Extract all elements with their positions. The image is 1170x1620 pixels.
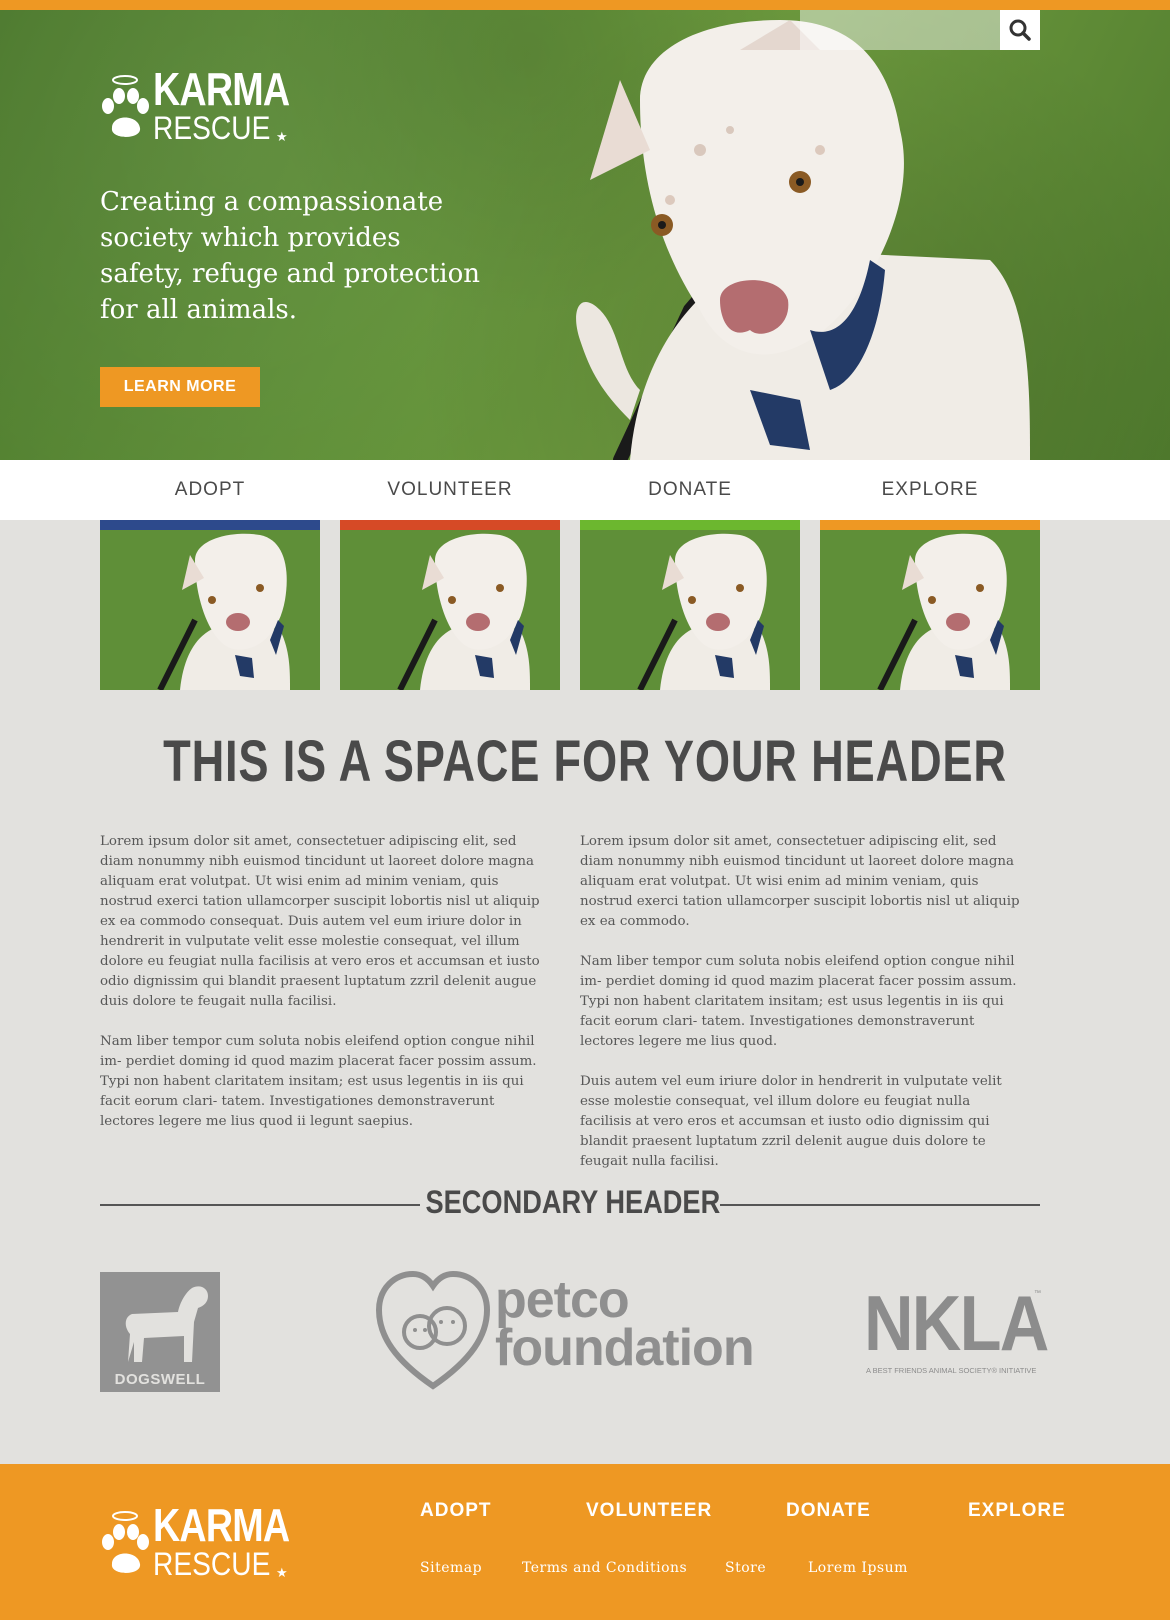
paragraph: Duis autem vel eum iriure dolor in hendr… — [580, 1074, 1002, 1169]
tile-color-bar — [340, 520, 560, 530]
paragraph: Lorem ipsum dolor sit amet, consectetuer… — [100, 834, 540, 1009]
learn-more-button[interactable]: LEARN MORE — [100, 367, 260, 407]
nav-explore[interactable]: EXPLORE — [820, 460, 1040, 520]
heart-pets-icon — [375, 1270, 491, 1390]
hero-banner: KARMA RESCUE ★ Creating a compassionate … — [0, 10, 1170, 460]
dog-thumbnail — [340, 530, 560, 690]
search-icon — [1009, 19, 1031, 41]
paragraph: Nam liber tempor cum soluta nobis eleife… — [580, 954, 1017, 1049]
dog-photo — [576, 20, 1030, 460]
footer-link-store[interactable]: Store — [725, 1560, 766, 1576]
content-column-left: Lorem ipsum dolor sit amet, consectetuer… — [100, 832, 540, 1152]
logo-word-rescue: RESCUE — [153, 110, 271, 146]
secondary-header: SECONDARY HEADER — [425, 1184, 721, 1220]
dog-silhouette-icon — [125, 1286, 208, 1362]
star-icon: ★ — [276, 1565, 288, 1580]
divider-left — [100, 1204, 420, 1206]
foundation-wordmark: foundation — [495, 1319, 755, 1377]
dog-thumbnail — [580, 530, 800, 690]
paragraph: Nam liber tempor cum soluta nobis eleife… — [100, 1034, 537, 1129]
tile-donate[interactable] — [580, 520, 800, 690]
nav-donate[interactable]: DONATE — [580, 460, 800, 520]
search-input[interactable] — [800, 10, 1000, 50]
nkla-tagline: A BEST FRIENDS ANIMAL SOCIETY® INITIATIV… — [866, 1366, 1037, 1375]
star-icon: ★ — [276, 129, 288, 144]
footer-link-sitemap[interactable]: Sitemap — [420, 1560, 482, 1576]
top-accent-bar — [0, 0, 1170, 10]
hero-tagline: Creating a compassionate society which p… — [100, 187, 480, 325]
dog-thumbnail — [820, 530, 1040, 690]
tile-color-bar — [580, 520, 800, 530]
divider-right — [720, 1204, 1040, 1206]
logo-word-rescue: RESCUE — [153, 1546, 271, 1582]
logo-word-karma: KARMA — [153, 63, 290, 115]
tile-color-bar — [820, 520, 1040, 530]
nkla-wordmark: NKLA — [864, 1279, 1049, 1367]
karma-rescue-logo[interactable]: KARMA RESCUE ★ — [100, 63, 300, 152]
paragraph: Lorem ipsum dolor sit amet, consectetuer… — [580, 834, 1020, 929]
main-nav: ADOPT VOLUNTEER DONATE EXPLORE — [0, 460, 1170, 520]
footer-nav-adopt[interactable]: ADOPT — [420, 1500, 492, 1522]
nav-volunteer[interactable]: VOLUNTEER — [340, 460, 560, 520]
partner-logo-petco-foundation[interactable]: petco foundation — [375, 1270, 775, 1392]
footer-link-terms[interactable]: Terms and Conditions — [522, 1560, 687, 1576]
dogswell-wordmark: DOGSWELL — [114, 1371, 206, 1388]
paw-halo-icon — [102, 1511, 149, 1573]
tile-volunteer[interactable] — [340, 520, 560, 690]
footer-logo[interactable]: KARMA RESCUE ★ — [100, 1499, 300, 1588]
content-column-right: Lorem ipsum dolor sit amet, consectetuer… — [580, 832, 1020, 1192]
tile-adopt[interactable] — [100, 520, 320, 690]
footer-link-lorem[interactable]: Lorem Ipsum — [808, 1560, 908, 1576]
search-button[interactable] — [1000, 10, 1040, 50]
page-header: THIS IS A SPACE FOR YOUR HEADER — [163, 729, 1007, 794]
footer-nav-volunteer[interactable]: VOLUNTEER — [586, 1500, 712, 1522]
footer-nav-donate[interactable]: DONATE — [786, 1500, 871, 1522]
nkla-trademark: ™ — [1034, 1290, 1041, 1297]
tile-color-bar — [100, 520, 320, 530]
partner-logo-dogswell[interactable]: DOGSWELL — [100, 1272, 220, 1392]
nav-adopt[interactable]: ADOPT — [100, 460, 320, 520]
logo-word-karma: KARMA — [153, 1499, 290, 1551]
paw-halo-icon — [102, 75, 149, 137]
site-footer: KARMA RESCUE ★ ADOPT VOLUNTEER DONATE EX… — [0, 1464, 1170, 1620]
footer-nav-explore[interactable]: EXPLORE — [968, 1500, 1066, 1522]
dog-thumbnail — [100, 530, 320, 690]
tile-explore[interactable] — [820, 520, 1040, 690]
partner-logo-nkla[interactable]: NKLA ™ A BEST FRIENDS ANIMAL SOCIETY® IN… — [864, 1284, 1049, 1380]
